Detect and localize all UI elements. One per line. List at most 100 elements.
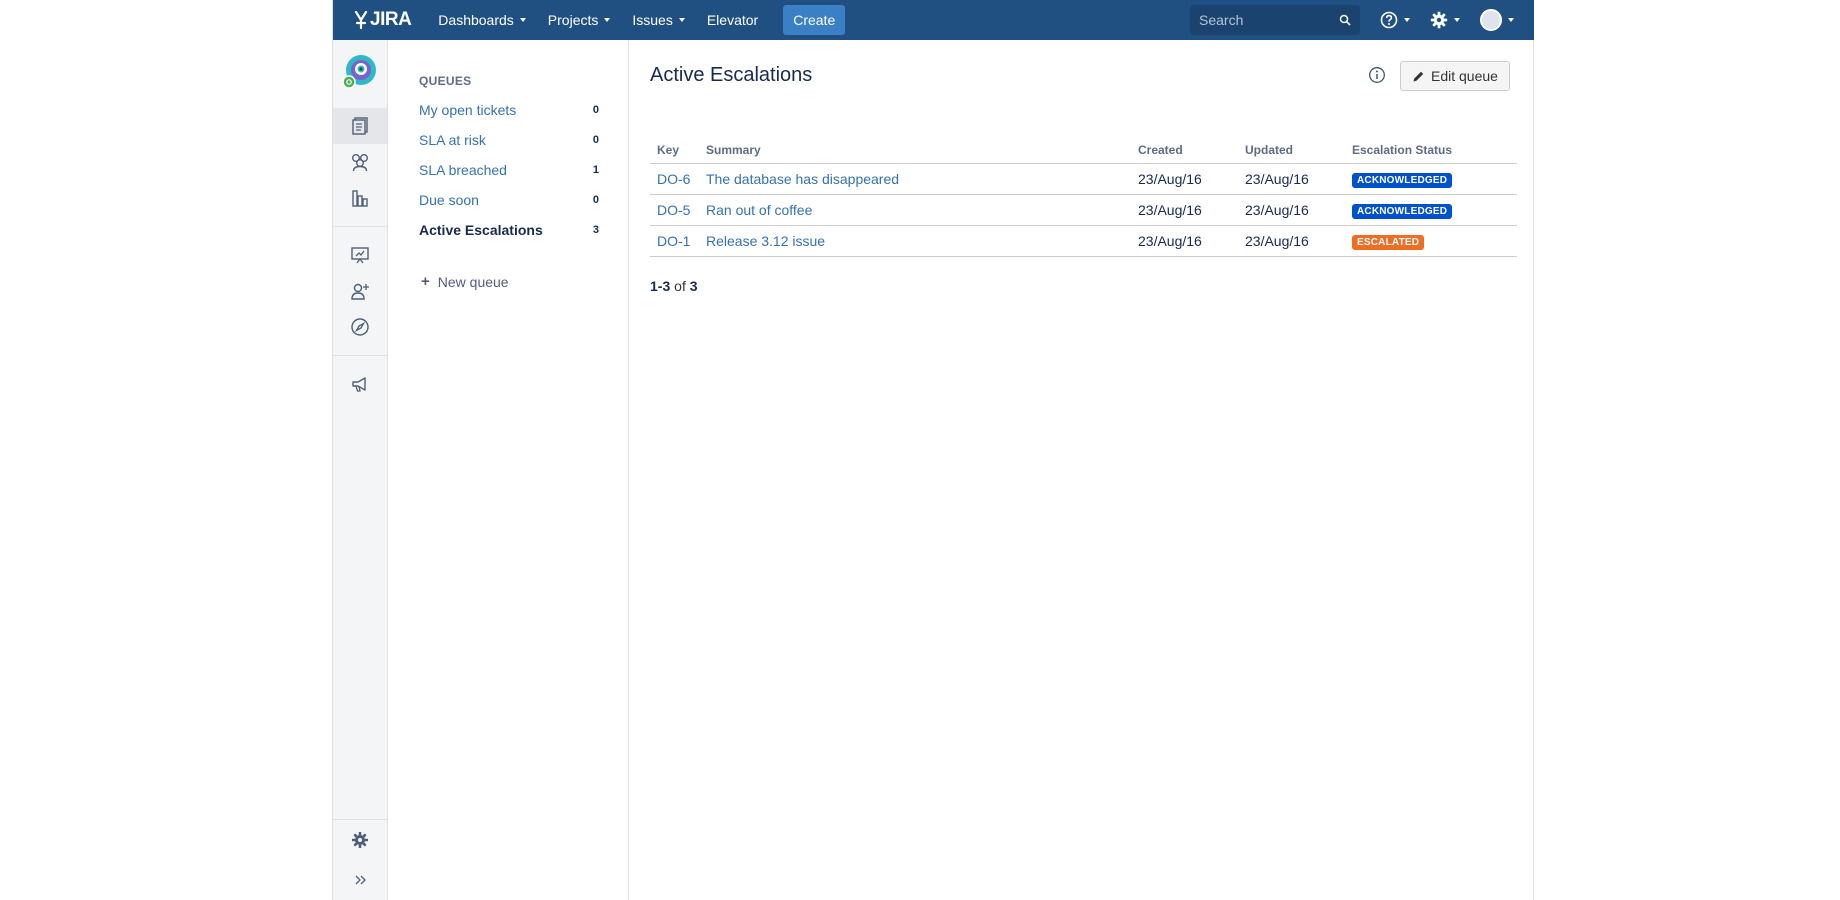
- sidebar-divider: [333, 226, 387, 227]
- nav-projects[interactable]: Projects: [537, 0, 622, 40]
- project-icon-sidebar: [333, 40, 388, 900]
- customers-icon: [352, 154, 368, 172]
- sidebar-invite-team[interactable]: [333, 273, 387, 309]
- issue-key-link[interactable]: DO-1: [657, 233, 690, 249]
- issue-summary-link[interactable]: Release 3.12 issue: [706, 233, 825, 249]
- table-row: DO-6 The database has disappeared 23/Aug…: [650, 163, 1517, 195]
- admin-menu[interactable]: [1430, 11, 1460, 29]
- queue-sla-breached[interactable]: SLA breached 1: [419, 160, 599, 180]
- jira-logo[interactable]: JIRA: [354, 9, 412, 31]
- knowledge-base-icon: [351, 247, 369, 264]
- search-placeholder: Search: [1199, 12, 1244, 28]
- chevron-down-icon: [519, 18, 526, 22]
- create-button[interactable]: Create: [783, 5, 846, 35]
- help-icon: [1380, 11, 1398, 29]
- sidebar-divider: [333, 819, 387, 820]
- queue-active-escalations[interactable]: Active Escalations 3: [419, 220, 599, 240]
- created-date: 23/Aug/16: [1131, 194, 1238, 226]
- project-avatar-icon: [342, 55, 376, 89]
- queue-due-soon[interactable]: Due soon 0: [419, 190, 599, 210]
- queue-label: Active Escalations: [419, 222, 543, 238]
- user-avatar: [1480, 9, 1502, 31]
- column-header-updated[interactable]: Updated: [1238, 137, 1345, 164]
- sidebar-getting-started[interactable]: [333, 309, 387, 345]
- table-row: DO-1 Release 3.12 issue 23/Aug/16 23/Aug…: [650, 225, 1517, 257]
- status-badge: ESCALATED: [1352, 235, 1425, 250]
- edit-queue-label: Edit queue: [1431, 68, 1498, 84]
- column-header-escalation-status[interactable]: Escalation Status: [1345, 137, 1517, 164]
- issue-summary-link[interactable]: The database has disappeared: [706, 171, 899, 187]
- sidebar-expand[interactable]: [333, 862, 387, 898]
- new-queue-label: New queue: [437, 273, 509, 290]
- chevron-down-icon: [1508, 18, 1514, 22]
- jira-logo-icon: [354, 11, 368, 29]
- chevron-down-icon: [604, 18, 611, 22]
- nav-dashboards[interactable]: Dashboards: [427, 0, 537, 40]
- chevron-down-icon: [1404, 18, 1410, 22]
- pager-total: 3: [689, 278, 698, 294]
- sidebar-settings[interactable]: [333, 822, 387, 858]
- queue-count: 0: [592, 194, 599, 206]
- user-menu[interactable]: [1480, 9, 1514, 31]
- status-badge: ACKNOWLEDGED: [1352, 204, 1453, 219]
- chevron-down-icon: [1454, 18, 1460, 22]
- nav-issues[interactable]: Issues: [621, 0, 695, 40]
- queue-count: 1: [592, 164, 599, 176]
- queues-sidebar: QUEUES My open tickets 0 SLA at risk 0 S…: [389, 40, 629, 900]
- sidebar-reports[interactable]: [333, 180, 387, 216]
- top-navigation-bar: JIRA Dashboards Projects Issues Elevator…: [333, 0, 1534, 40]
- updated-date: 23/Aug/16: [1238, 163, 1345, 195]
- issues-table: Key Summary Created Updated Escalation S…: [650, 137, 1517, 257]
- issue-key-link[interactable]: DO-6: [657, 171, 690, 187]
- sidebar-queues[interactable]: [333, 108, 387, 144]
- settings-icon: [352, 832, 368, 848]
- nav-elevator-label: Elevator: [706, 12, 759, 28]
- status-badge: ACKNOWLEDGED: [1352, 173, 1453, 188]
- queue-label: SLA breached: [419, 162, 507, 178]
- new-queue-button[interactable]: + New queue: [421, 273, 509, 290]
- sidebar-customers[interactable]: [333, 144, 387, 180]
- help-menu[interactable]: [1380, 11, 1410, 29]
- announcement-icon: [352, 377, 366, 392]
- sidebar-announcement[interactable]: [333, 366, 387, 402]
- gear-icon: [1430, 11, 1448, 29]
- search-icon: [1339, 14, 1351, 26]
- pager-end: 3: [662, 278, 671, 294]
- pencil-icon: [1413, 71, 1424, 81]
- search-input[interactable]: Search: [1190, 5, 1360, 35]
- issue-summary-link[interactable]: Ran out of coffee: [706, 202, 812, 218]
- project-avatar[interactable]: [333, 50, 387, 94]
- queue-count: 0: [592, 134, 599, 146]
- reports-icon: [352, 190, 368, 207]
- updated-date: 23/Aug/16: [1238, 194, 1345, 226]
- queues-heading: QUEUES: [419, 74, 472, 88]
- nav-elevator[interactable]: Elevator: [696, 0, 769, 40]
- sidebar-divider: [333, 355, 387, 356]
- issue-key-link[interactable]: DO-5: [657, 202, 690, 218]
- queue-count: 0: [592, 104, 599, 116]
- queue-count: 3: [592, 224, 599, 236]
- header-right-tools: [1360, 0, 1514, 40]
- column-header-summary[interactable]: Summary: [699, 137, 1131, 164]
- invite-team-icon: [351, 283, 369, 300]
- plus-icon: +: [421, 273, 430, 290]
- edit-queue-button[interactable]: Edit queue: [1400, 61, 1510, 91]
- info-icon[interactable]: [1368, 66, 1386, 84]
- pagination-summary: 1-3 of 3: [650, 278, 698, 294]
- sidebar-knowledge-base[interactable]: [333, 237, 387, 273]
- page-title: Active Escalations: [650, 64, 813, 86]
- nav-projects-label: Projects: [547, 12, 599, 28]
- queues-icon: [352, 117, 368, 135]
- getting-started-icon: [351, 318, 369, 336]
- updated-date: 23/Aug/16: [1238, 225, 1345, 257]
- jira-logo-text: JIRA: [370, 9, 412, 30]
- pager-of: of: [674, 278, 686, 294]
- pager-start: 1: [650, 278, 658, 294]
- column-header-key[interactable]: Key: [650, 137, 699, 164]
- created-date: 23/Aug/16: [1131, 163, 1238, 195]
- main-content: Active Escalations Edit queue Key Summar…: [630, 40, 1534, 900]
- column-header-created[interactable]: Created: [1131, 137, 1238, 164]
- queue-my-open-tickets[interactable]: My open tickets 0: [419, 100, 599, 120]
- queue-sla-at-risk[interactable]: SLA at risk 0: [419, 130, 599, 150]
- app-frame: JIRA Dashboards Projects Issues Elevator…: [332, 0, 1534, 900]
